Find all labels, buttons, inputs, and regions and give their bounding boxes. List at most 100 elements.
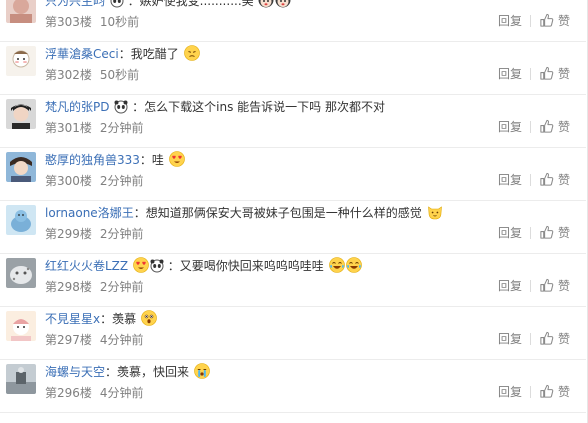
thumbs-up-icon <box>539 384 554 404</box>
divider <box>529 15 531 27</box>
reply-button[interactable]: 回复 <box>498 65 522 83</box>
floor-number: 第296楼 <box>45 386 92 400</box>
comment-item: 憨厚的独角兽333：哇 第300楼 2分钟前 回复 赞 <box>0 148 586 201</box>
timestamp: 50秒前 <box>99 68 140 82</box>
floor-number: 第298楼 <box>45 280 92 294</box>
divider <box>529 121 531 133</box>
timestamp: 2分钟前 <box>99 121 144 135</box>
comment-list: 只为兴生畇 ：嫉妒使我变...........美 第303楼 10秒前 回复赞 浮… <box>0 0 588 423</box>
sour-face-emoji <box>183 45 200 67</box>
comment-text: ：嫉妒使我变...........美 <box>127 0 254 8</box>
username-link[interactable]: 不見星星x <box>45 312 100 326</box>
like-label: 赞 <box>557 120 570 134</box>
panda-icon <box>110 0 124 14</box>
heart-eyes-emoji <box>133 257 149 279</box>
timestamp: 4分钟前 <box>99 386 144 400</box>
avatar[interactable] <box>6 311 36 341</box>
comment-text: ：羡慕 <box>100 312 137 326</box>
timestamp: 4分钟前 <box>99 333 144 347</box>
avatar[interactable] <box>6 99 36 129</box>
comment-text: ：想知道那俩保安大哥被妹子包围是一种什么样的感觉 <box>133 206 422 220</box>
comment-item: 不見星星x：羡慕 第297楼 4分钟前 回复 赞 <box>0 307 586 360</box>
username-link[interactable]: 梵凡的张PD <box>45 100 109 114</box>
username-link[interactable]: 只为兴生畇 <box>45 0 105 8</box>
divider <box>529 280 531 292</box>
comment-item: 红红火火卷LZZ ：又要喝你快回来呜呜呜哇哇 第298楼 2分钟前 回复 赞 <box>0 254 586 307</box>
like-button[interactable]: 赞 <box>539 13 570 28</box>
comment-item: lornaone洛娜王：想知道那俩保安大哥被妹子包围是一种什么样的感觉 第299… <box>0 201 586 254</box>
comment-text: ：羡慕，快回来 <box>105 365 190 379</box>
heart-eyes-emoji <box>168 151 185 173</box>
floor-number: 第301楼 <box>45 121 92 135</box>
floor-number: 第303楼 <box>45 15 92 29</box>
floor-number: 第297楼 <box>45 333 92 347</box>
username-link[interactable]: 憨厚的独角兽333 <box>45 153 140 167</box>
like-label: 赞 <box>557 226 570 240</box>
avatar[interactable] <box>6 364 36 394</box>
comment-item: 梵凡的张PD ：怎么下载这个ins 能告诉说一下吗 那次都不对 第301楼 2分钟… <box>0 95 586 148</box>
like-button[interactable]: 赞 <box>539 384 570 399</box>
panda-icon <box>150 259 164 279</box>
comment-text: ：哇 <box>139 153 164 167</box>
like-button[interactable]: 赞 <box>539 66 570 81</box>
thumbs-up-icon <box>539 331 554 351</box>
like-button[interactable]: 赞 <box>539 225 570 240</box>
divider <box>529 174 531 186</box>
crying-face-emoji <box>194 363 210 385</box>
comment-text: ：我吃醋了 <box>118 47 179 61</box>
username-link[interactable]: 红红火火卷LZZ <box>45 259 128 273</box>
avatar[interactable] <box>6 205 36 235</box>
comment-item: 浮華滄桑Ceci：我吃醋了 第302楼 50秒前 回复 赞 <box>0 42 586 95</box>
like-label: 赞 <box>557 279 570 293</box>
like-label: 赞 <box>557 14 570 28</box>
comment-item: 海螺与天空：羡慕，快回来 第296楼 4分钟前 回复 赞 <box>0 360 586 413</box>
like-label: 赞 <box>557 173 570 187</box>
floor-number: 第302楼 <box>45 68 92 82</box>
username-link[interactable]: 浮華滄桑Ceci <box>45 47 119 61</box>
reply-button[interactable]: 回复 <box>498 12 522 30</box>
avatar[interactable] <box>6 152 36 182</box>
avatar[interactable] <box>6 46 36 76</box>
reply-button[interactable]: 回复 <box>498 171 522 189</box>
shocked-face-emoji <box>141 310 157 332</box>
timestamp: 2分钟前 <box>99 227 144 241</box>
timestamp: 10秒前 <box>99 15 140 29</box>
girl-face-emoji <box>275 0 291 14</box>
reply-button[interactable]: 回复 <box>498 330 522 348</box>
thumbs-up-icon <box>539 119 554 139</box>
like-label: 赞 <box>557 385 570 399</box>
girl-face-emoji <box>258 0 274 14</box>
cat-face-emoji <box>427 204 443 226</box>
reply-button[interactable]: 回复 <box>498 224 522 242</box>
laughing-tears-emoji <box>328 257 345 279</box>
like-label: 赞 <box>557 332 570 346</box>
comment-text: ：又要喝你快回来呜呜呜哇哇 <box>167 259 324 273</box>
panda-icon <box>114 100 128 120</box>
thumbs-up-icon <box>539 225 554 245</box>
timestamp: 2分钟前 <box>99 280 144 294</box>
divider <box>529 68 531 80</box>
divider <box>529 333 531 345</box>
like-button[interactable]: 赞 <box>539 119 570 134</box>
like-button[interactable]: 赞 <box>539 331 570 346</box>
like-button[interactable]: 赞 <box>539 278 570 293</box>
thumbs-up-icon <box>539 278 554 298</box>
reply-button[interactable]: 回复 <box>498 118 522 136</box>
avatar[interactable] <box>6 258 36 288</box>
comment-text: ：怎么下载这个ins 能告诉说一下吗 那次都不对 <box>132 100 385 114</box>
username-link[interactable]: 海螺与天空 <box>45 365 105 379</box>
comment-item: 只为兴生畇 ：嫉妒使我变...........美 第303楼 10秒前 回复 赞 <box>0 0 586 42</box>
like-label: 赞 <box>557 67 570 81</box>
username-link[interactable]: lornaone洛娜王 <box>45 206 134 220</box>
thumbs-up-icon <box>539 172 554 192</box>
floor-number: 第299楼 <box>45 227 92 241</box>
avatar[interactable] <box>6 0 36 23</box>
like-button[interactable]: 赞 <box>539 172 570 187</box>
floor-number: 第300楼 <box>45 174 92 188</box>
thumbs-up-icon <box>539 13 554 33</box>
reply-button[interactable]: 回复 <box>498 383 522 401</box>
divider <box>529 227 531 239</box>
reply-button[interactable]: 回复 <box>498 277 522 295</box>
laughing-tears-emoji <box>345 257 362 279</box>
thumbs-up-icon <box>539 66 554 86</box>
